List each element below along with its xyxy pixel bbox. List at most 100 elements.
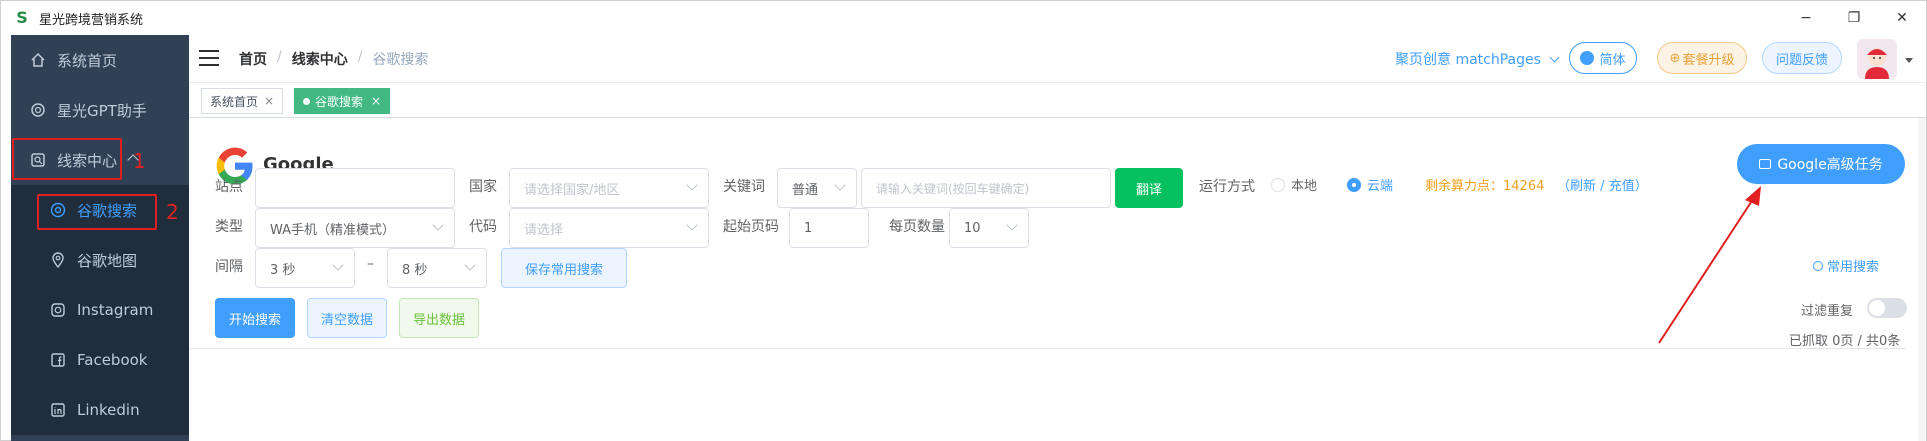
sidebar: 系统首页 星光GPT助手 线索中心 谷歌搜索 谷歌地图 Instagram Fa… [11, 35, 189, 441]
breadcrumb-separator: / [277, 49, 282, 65]
sidebar-item-home[interactable]: 系统首页 [11, 35, 189, 85]
per-page-select[interactable]: 10 [949, 208, 1029, 248]
keyword-placeholder: 请输入关键词(按回车键确定) [876, 181, 1030, 196]
chevron-down-icon [464, 259, 476, 271]
sidebar-item-label: Linkedin [77, 401, 140, 419]
keyword-input[interactable]: 请输入关键词(按回车键确定) [861, 168, 1111, 208]
per-page-label: 每页数量 [889, 219, 945, 235]
annotation-box-2 [37, 194, 157, 230]
chevron-down-icon [432, 219, 444, 231]
run-mode-local-label[interactable]: 本地 [1291, 175, 1317, 194]
credits-text: 剩余算力点：14264 [1425, 179, 1545, 194]
paren-close: ） [1634, 179, 1648, 194]
feedback-label: 问题反馈 [1775, 52, 1828, 68]
sidebar-item-google-maps[interactable]: 谷歌地图 [11, 235, 189, 285]
per-page-value: 10 [964, 220, 981, 236]
run-mode-label: 运行方式 [1199, 179, 1255, 195]
active-dot-icon [303, 97, 310, 105]
navbar: 首页 / 线索中心 / 谷歌搜索 聚页创意 matchPages 简体 ⊕ 套餐… [189, 35, 1926, 83]
hamburger-icon[interactable] [199, 50, 219, 66]
country-select[interactable]: 请选择国家/地区 [509, 168, 709, 208]
credits-links: （刷新 / 充值） [1557, 175, 1648, 194]
instagram-icon [49, 301, 67, 319]
maximize-button[interactable]: ❐ [1830, 1, 1878, 35]
translate-button[interactable]: 翻译 [1115, 168, 1183, 208]
close-button[interactable]: ✕ [1878, 1, 1926, 35]
feedback-button[interactable]: 问题反馈 [1762, 42, 1842, 74]
language-button[interactable]: 简体 [1569, 42, 1637, 74]
keyword-label: 关键词 [723, 179, 765, 195]
avatar[interactable] [1857, 39, 1897, 79]
refresh-link[interactable]: 刷新 [1570, 179, 1596, 194]
interval-to-value: 8 秒 [402, 262, 428, 278]
site-label: 站点 [215, 179, 243, 195]
run-mode-cloud-label[interactable]: 云端 [1367, 175, 1393, 194]
sidebar-item-label: 星光GPT助手 [57, 101, 147, 120]
title-bar: S 星光跨境营销系统 − ❐ ✕ [1, 1, 1926, 35]
recharge-link[interactable]: 充值 [1609, 179, 1635, 194]
map-pin-icon [49, 251, 67, 269]
start-search-button[interactable]: 开始搜索 [215, 298, 295, 338]
app-window: S 星光跨境营销系统 − ❐ ✕ 系统首页 星光GPT助手 线索中心 谷歌搜索 … [0, 0, 1927, 441]
advanced-task-label: Google高级任务 [1777, 157, 1883, 173]
chevron-down-icon [1006, 219, 1018, 231]
slash: / [1596, 179, 1609, 194]
match-pages-dropdown[interactable]: 聚页创意 matchPages [1395, 49, 1560, 69]
site-input[interactable] [255, 168, 455, 208]
start-page-input[interactable]: 1 [789, 208, 869, 248]
filter-duplicate-toggle[interactable] [1867, 298, 1907, 318]
country-label: 国家 [469, 179, 497, 195]
minimize-button[interactable]: − [1782, 1, 1830, 35]
app-logo-icon: S [16, 8, 28, 27]
tag-label: 谷歌搜索 [315, 94, 364, 109]
tag-home[interactable]: 系统首页 × [201, 88, 284, 114]
interval-from-value: 3 秒 [270, 262, 296, 278]
upgrade-button[interactable]: ⊕ 套餐升级 [1657, 42, 1747, 74]
type-value: WA手机（精准模式） [270, 222, 396, 238]
clear-data-button[interactable]: 清空数据 [307, 298, 387, 338]
sidebar-item-facebook[interactable]: Facebook [11, 335, 189, 385]
country-placeholder: 请选择国家/地区 [524, 182, 620, 198]
start-page-label: 起始页码 [723, 219, 779, 235]
paren-open: （ [1557, 179, 1571, 194]
annotation-number-2: 2 [166, 200, 179, 224]
interval-from-select[interactable]: 3 秒 [255, 248, 355, 288]
export-data-button[interactable]: 导出数据 [399, 298, 479, 338]
tag-label: 系统首页 [210, 94, 259, 109]
breadcrumb-current: 谷歌搜索 [372, 52, 429, 68]
tag-close-icon[interactable]: × [264, 94, 274, 108]
sidebar-item-label: Facebook [77, 351, 148, 369]
briefcase-icon [1759, 159, 1772, 169]
keyword-mode-select[interactable]: 普通 [777, 168, 857, 208]
common-search-link[interactable]: 常用搜索 [1813, 256, 1879, 275]
keyword-mode-value: 普通 [792, 182, 819, 198]
sidebar-item-instagram[interactable]: Instagram [11, 285, 189, 335]
tags-view: 系统首页 × 谷歌搜索 × [189, 83, 1926, 118]
filter-duplicate-label: 过滤重复 [1801, 304, 1854, 319]
tag-close-icon[interactable]: × [371, 94, 381, 108]
code-select[interactable]: 请选择 [509, 208, 709, 248]
chevron-down-icon [834, 179, 846, 191]
save-common-search-button[interactable]: 保存常用搜索 [501, 248, 627, 288]
type-label: 类型 [215, 219, 243, 235]
avatar-dropdown-icon[interactable] [1905, 58, 1913, 63]
sidebar-item-label: 系统首页 [57, 51, 118, 70]
language-label: 简体 [1599, 52, 1626, 68]
type-select[interactable]: WA手机（精准模式） [255, 208, 455, 248]
tag-google-search[interactable]: 谷歌搜索 × [294, 88, 391, 114]
upgrade-label: 套餐升级 [1682, 52, 1735, 68]
scrollbar[interactable] [1918, 118, 1926, 441]
chevron-down-icon [1549, 52, 1560, 63]
sidebar-item-gpt[interactable]: 星光GPT助手 [11, 85, 189, 135]
annotation-number-1: 1 [133, 149, 146, 173]
globe-icon [1580, 51, 1595, 65]
breadcrumb-home[interactable]: 首页 [239, 49, 267, 69]
run-mode-local-radio[interactable] [1271, 178, 1285, 192]
chevron-down-icon [332, 259, 344, 271]
upgrade-icon: ⊕ [1669, 50, 1681, 66]
interval-to-select[interactable]: 8 秒 [387, 248, 487, 288]
code-placeholder: 请选择 [524, 222, 564, 238]
breadcrumb-lead-center[interactable]: 线索中心 [292, 49, 348, 69]
run-mode-cloud-radio[interactable] [1347, 178, 1361, 192]
sidebar-item-linkedin[interactable]: Linkedin [11, 385, 189, 435]
